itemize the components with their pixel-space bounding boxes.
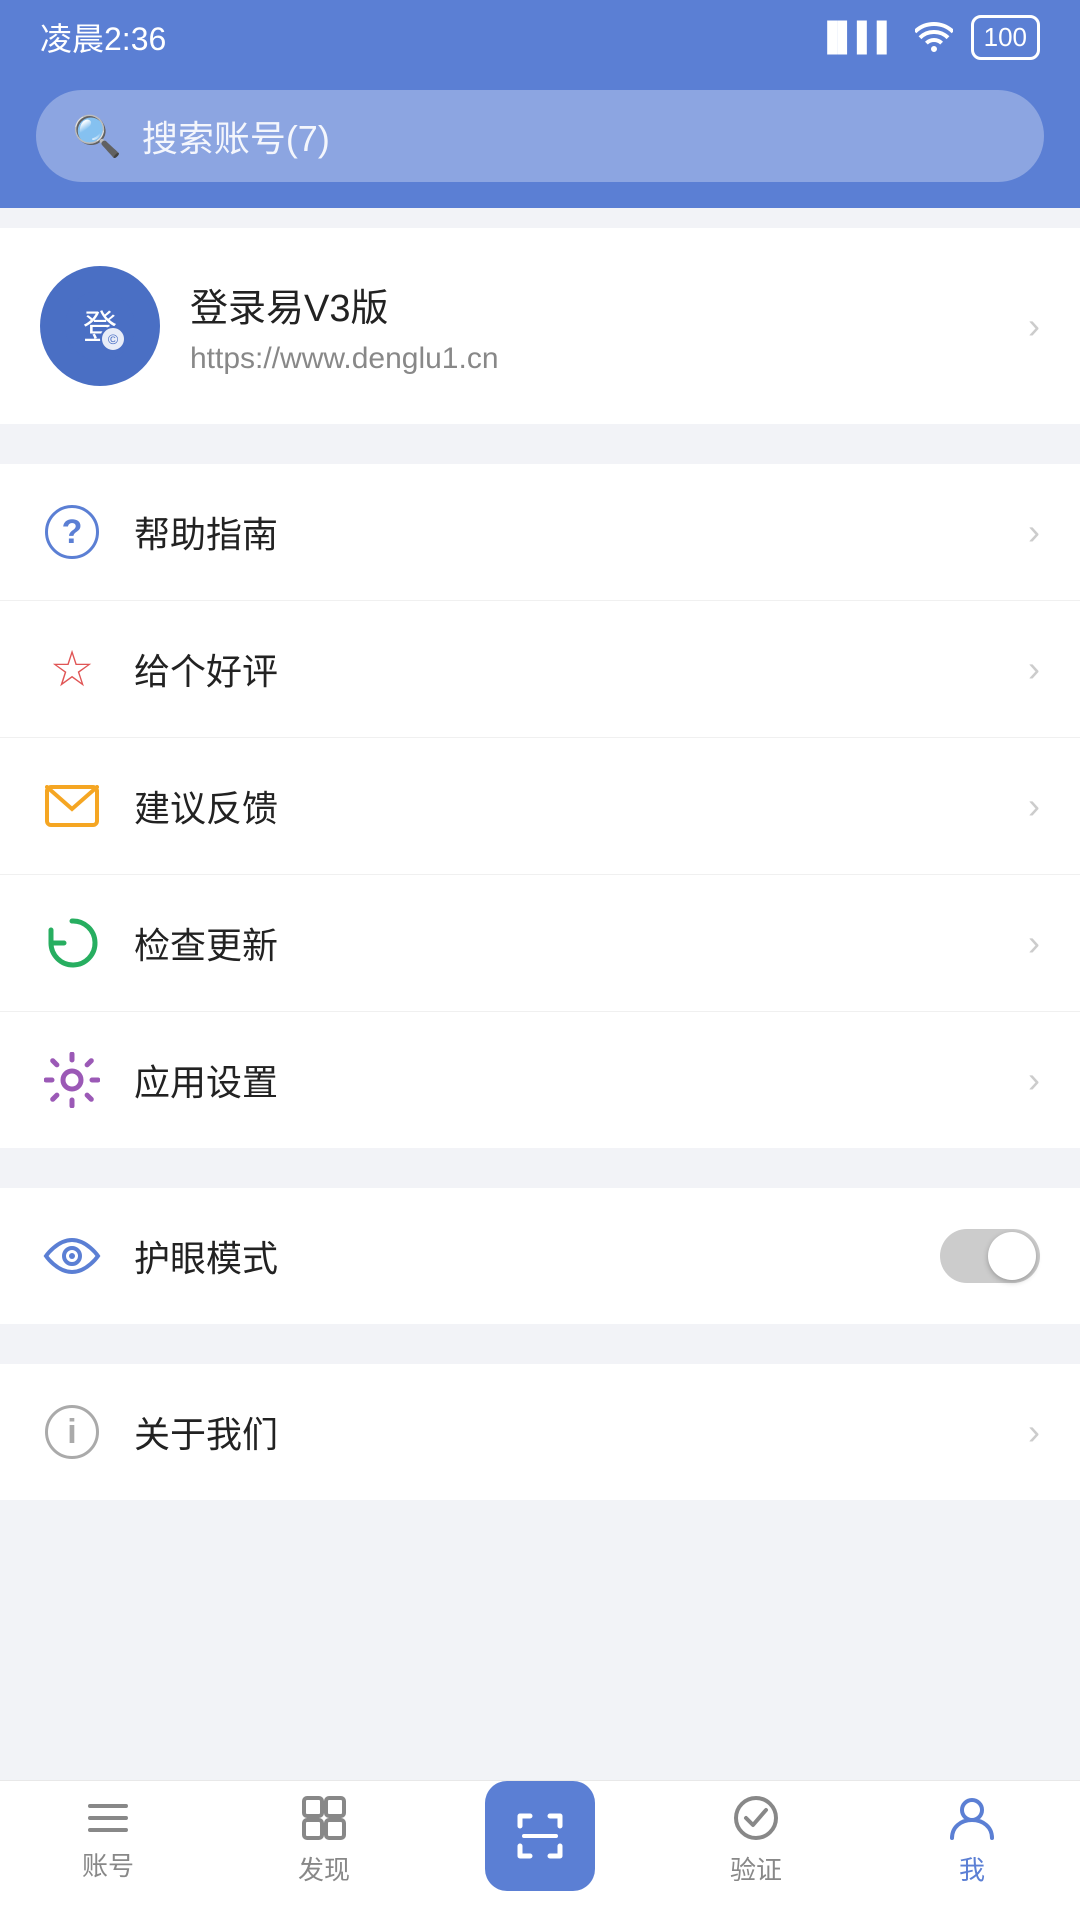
avatar: 登 © <box>40 266 160 386</box>
update-chevron-icon: › <box>1028 922 1040 964</box>
scan-icon <box>512 1808 568 1864</box>
account-card[interactable]: 登 © 登录易V3版 https://www.denglu1.cn › <box>0 228 1080 424</box>
status-bar-right: ▐▌▌▌ 100 <box>817 15 1040 60</box>
status-bar: 凌晨2:36 ▐▌▌▌ 100 <box>0 0 1080 70</box>
account-info: 登录易V3版 https://www.denglu1.cn <box>190 277 998 376</box>
search-input[interactable]: 🔍 搜索账号(7) <box>36 90 1044 182</box>
content-spacer <box>0 1500 1080 1780</box>
about-chevron-icon: › <box>1028 1411 1040 1453</box>
eye-protect-label: 护眼模式 <box>134 1230 910 1282</box>
feedback-chevron-icon: › <box>1028 785 1040 827</box>
search-placeholder: 搜索账号(7) <box>142 110 330 162</box>
account-url: https://www.denglu1.cn <box>190 342 998 376</box>
time-label: 凌晨2:36 <box>40 14 166 60</box>
battery-indicator: 100 <box>971 15 1040 60</box>
bottom-nav: 账号 发现 <box>0 1780 1080 1920</box>
account-name: 登录易V3版 <box>190 277 998 332</box>
about-icon: i <box>40 1400 104 1464</box>
divider-2 <box>0 1148 1080 1168</box>
help-icon: ? <box>40 500 104 564</box>
main-menu-section: ? 帮助指南 › ☆ 给个好评 › 建议反馈 › 检查更新 › <box>0 464 1080 1148</box>
nav-item-scan[interactable] <box>432 1781 648 1901</box>
eye-protect-icon <box>40 1224 104 1288</box>
menu-item-update[interactable]: 检查更新 › <box>0 875 1080 1012</box>
divider-1 <box>0 424 1080 444</box>
update-icon <box>40 911 104 975</box>
rate-chevron-icon: › <box>1028 648 1040 690</box>
help-label: 帮助指南 <box>134 506 998 558</box>
about-label: 关于我们 <box>134 1406 998 1458</box>
eye-protect-section: 护眼模式 <box>0 1188 1080 1324</box>
nav-item-discover[interactable]: 发现 <box>216 1794 432 1887</box>
account-chevron-icon: › <box>1028 305 1040 347</box>
nav-item-verify[interactable]: 验证 <box>648 1794 864 1887</box>
me-nav-icon <box>948 1794 996 1842</box>
help-chevron-icon: › <box>1028 511 1040 553</box>
settings-label: 应用设置 <box>134 1054 998 1106</box>
account-nav-icon <box>84 1798 132 1838</box>
settings-chevron-icon: › <box>1028 1059 1040 1101</box>
about-section: i 关于我们 › <box>0 1364 1080 1500</box>
menu-item-settings[interactable]: 应用设置 › <box>0 1012 1080 1148</box>
account-nav-label: 账号 <box>82 1846 134 1883</box>
divider-3 <box>0 1324 1080 1344</box>
menu-item-help[interactable]: ? 帮助指南 › <box>0 464 1080 601</box>
nav-item-account[interactable]: 账号 <box>0 1798 216 1883</box>
svg-text:©: © <box>108 331 119 347</box>
feedback-icon <box>40 774 104 838</box>
wifi-icon <box>915 22 953 52</box>
rate-label: 给个好评 <box>134 643 998 695</box>
menu-item-rate[interactable]: ☆ 给个好评 › <box>0 601 1080 738</box>
avatar-icon: 登 © <box>65 291 135 361</box>
search-bar-container: 🔍 搜索账号(7) <box>0 70 1080 208</box>
menu-item-feedback[interactable]: 建议反馈 › <box>0 738 1080 875</box>
toggle-knob <box>988 1232 1036 1280</box>
discover-nav-icon <box>300 1794 348 1842</box>
feedback-label: 建议反馈 <box>134 780 998 832</box>
search-icon: 🔍 <box>72 113 122 160</box>
settings-icon <box>40 1048 104 1112</box>
eye-protect-toggle[interactable] <box>940 1229 1040 1283</box>
scan-button[interactable] <box>485 1781 595 1891</box>
me-nav-label: 我 <box>959 1850 985 1887</box>
update-label: 检查更新 <box>134 917 998 969</box>
discover-nav-label: 发现 <box>298 1850 350 1887</box>
signal-icon: ▐▌▌▌ <box>817 21 896 53</box>
nav-item-me[interactable]: 我 <box>864 1794 1080 1887</box>
verify-nav-icon <box>732 1794 780 1842</box>
rate-icon: ☆ <box>40 637 104 701</box>
verify-nav-label: 验证 <box>730 1850 782 1887</box>
menu-item-eye-protect[interactable]: 护眼模式 <box>0 1188 1080 1324</box>
menu-item-about[interactable]: i 关于我们 › <box>0 1364 1080 1500</box>
